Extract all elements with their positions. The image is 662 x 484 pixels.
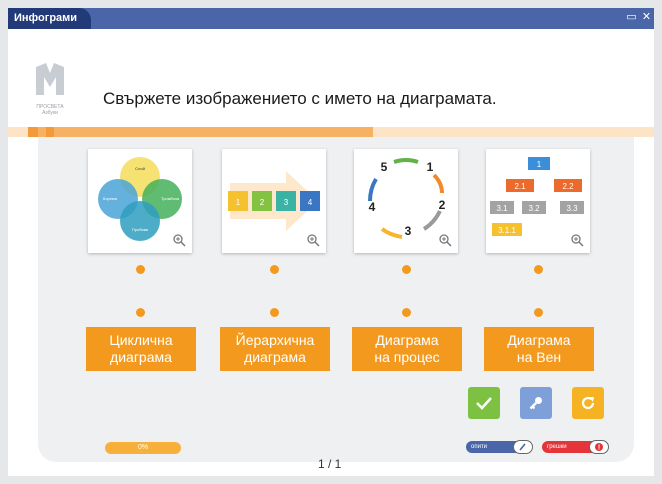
publisher-logo: ПРОСВЕТА Азбуки: [30, 59, 70, 117]
image-connector-dot[interactable]: [402, 265, 411, 274]
hierarchy-node: 1: [537, 160, 542, 169]
header-band-block: [28, 127, 38, 137]
hierarchy-node: 3.3: [566, 204, 578, 213]
reset-icon: [581, 396, 595, 410]
label-line: диаграма: [110, 349, 172, 365]
check-icon: [476, 397, 492, 410]
hierarchy-node: 3.1: [496, 204, 508, 213]
attempts-label: опити: [471, 444, 488, 450]
label-connector-dot[interactable]: [270, 308, 279, 317]
progress-bar: 0%: [105, 442, 181, 454]
process-step: 2: [260, 198, 265, 207]
hierarchy-node: 3.1.1: [498, 226, 516, 235]
label-line: Циклична: [109, 332, 173, 348]
image-connector-dot[interactable]: [270, 265, 279, 274]
image-connector-dot[interactable]: [534, 265, 543, 274]
question-text: Свържете изображението с името на диагра…: [103, 89, 497, 108]
attempts-toggle[interactable]: опити: [466, 440, 533, 454]
cycle-number: 5: [381, 160, 388, 174]
venn-label: Слой: [135, 166, 145, 171]
venn-label: Пробиви: [132, 227, 148, 232]
errors-toggle-knob: !: [589, 440, 609, 454]
label-connector-dot[interactable]: [402, 308, 411, 317]
attempts-toggle-knob: [513, 440, 533, 454]
label-line: на Вен: [516, 349, 562, 365]
label-connector-dot[interactable]: [136, 308, 145, 317]
page-indicator: 1 / 1: [318, 457, 342, 471]
progress-label: 0%: [137, 444, 149, 451]
label-venn-diagram[interactable]: Диаграма на Вен: [484, 327, 594, 371]
image-connector-dot[interactable]: [136, 265, 145, 274]
label-line: на процес: [374, 349, 440, 365]
image-card-process[interactable]: 1 2 3 4: [222, 149, 326, 253]
key-icon: [529, 397, 542, 410]
errors-toggle[interactable]: грешки !: [542, 440, 609, 454]
cycle-number: 3: [405, 224, 412, 238]
zoom-icon[interactable]: [172, 233, 186, 247]
check-button[interactable]: [468, 387, 500, 419]
hierarchy-node: 2.1: [514, 182, 526, 191]
label-line: диаграма: [244, 349, 306, 365]
image-card-cycle[interactable]: 5 1 2 3 4: [354, 149, 458, 253]
process-step: 4: [308, 198, 313, 207]
errors-label: грешки: [547, 444, 567, 450]
venn-label: Тромбоза: [161, 196, 180, 201]
header-band-block: [46, 127, 54, 137]
content-area: ПРОСВЕТА Азбуки Свържете изображението с…: [8, 29, 654, 476]
reset-button[interactable]: [572, 387, 604, 419]
image-card-venn[interactable]: Слой Кореми Тромбоза Пробиви: [88, 149, 192, 253]
zoom-icon[interactable]: [438, 233, 452, 247]
hierarchy-node: 2.2: [562, 182, 574, 191]
zoom-icon[interactable]: [306, 233, 320, 247]
window-title: Инфограми: [8, 8, 92, 29]
label-hierarchy-diagram[interactable]: Йерархична диаграма: [220, 327, 330, 371]
image-card-hierarchy[interactable]: 1 2.1 2.2 3.1 3.2 3.3 3.1.1: [486, 149, 590, 253]
svg-text:!: !: [598, 445, 600, 452]
process-step: 3: [284, 198, 289, 207]
hierarchy-node: 3.2: [528, 204, 540, 213]
cycle-number: 1: [427, 160, 434, 174]
hint-button[interactable]: [520, 387, 552, 419]
close-icon[interactable]: ✕: [640, 11, 653, 24]
label-process-diagram[interactable]: Диаграма на процес: [352, 327, 462, 371]
window-titlebar: Инфограми ▭ ✕: [8, 8, 654, 29]
logo-line2: Азбуки: [42, 110, 58, 116]
maximize-icon[interactable]: ▭: [625, 11, 638, 24]
label-cyclic-diagram[interactable]: Циклична диаграма: [86, 327, 196, 371]
cycle-number: 4: [369, 200, 376, 214]
label-line: Диаграма: [375, 332, 439, 348]
label-line: Йерархична: [235, 332, 315, 348]
venn-label: Кореми: [103, 196, 117, 201]
header-band-accent: [28, 127, 373, 137]
process-step: 1: [236, 198, 241, 207]
cycle-number: 2: [439, 198, 446, 212]
label-connector-dot[interactable]: [534, 308, 543, 317]
label-line: Диаграма: [507, 332, 571, 348]
zoom-icon[interactable]: [570, 233, 584, 247]
